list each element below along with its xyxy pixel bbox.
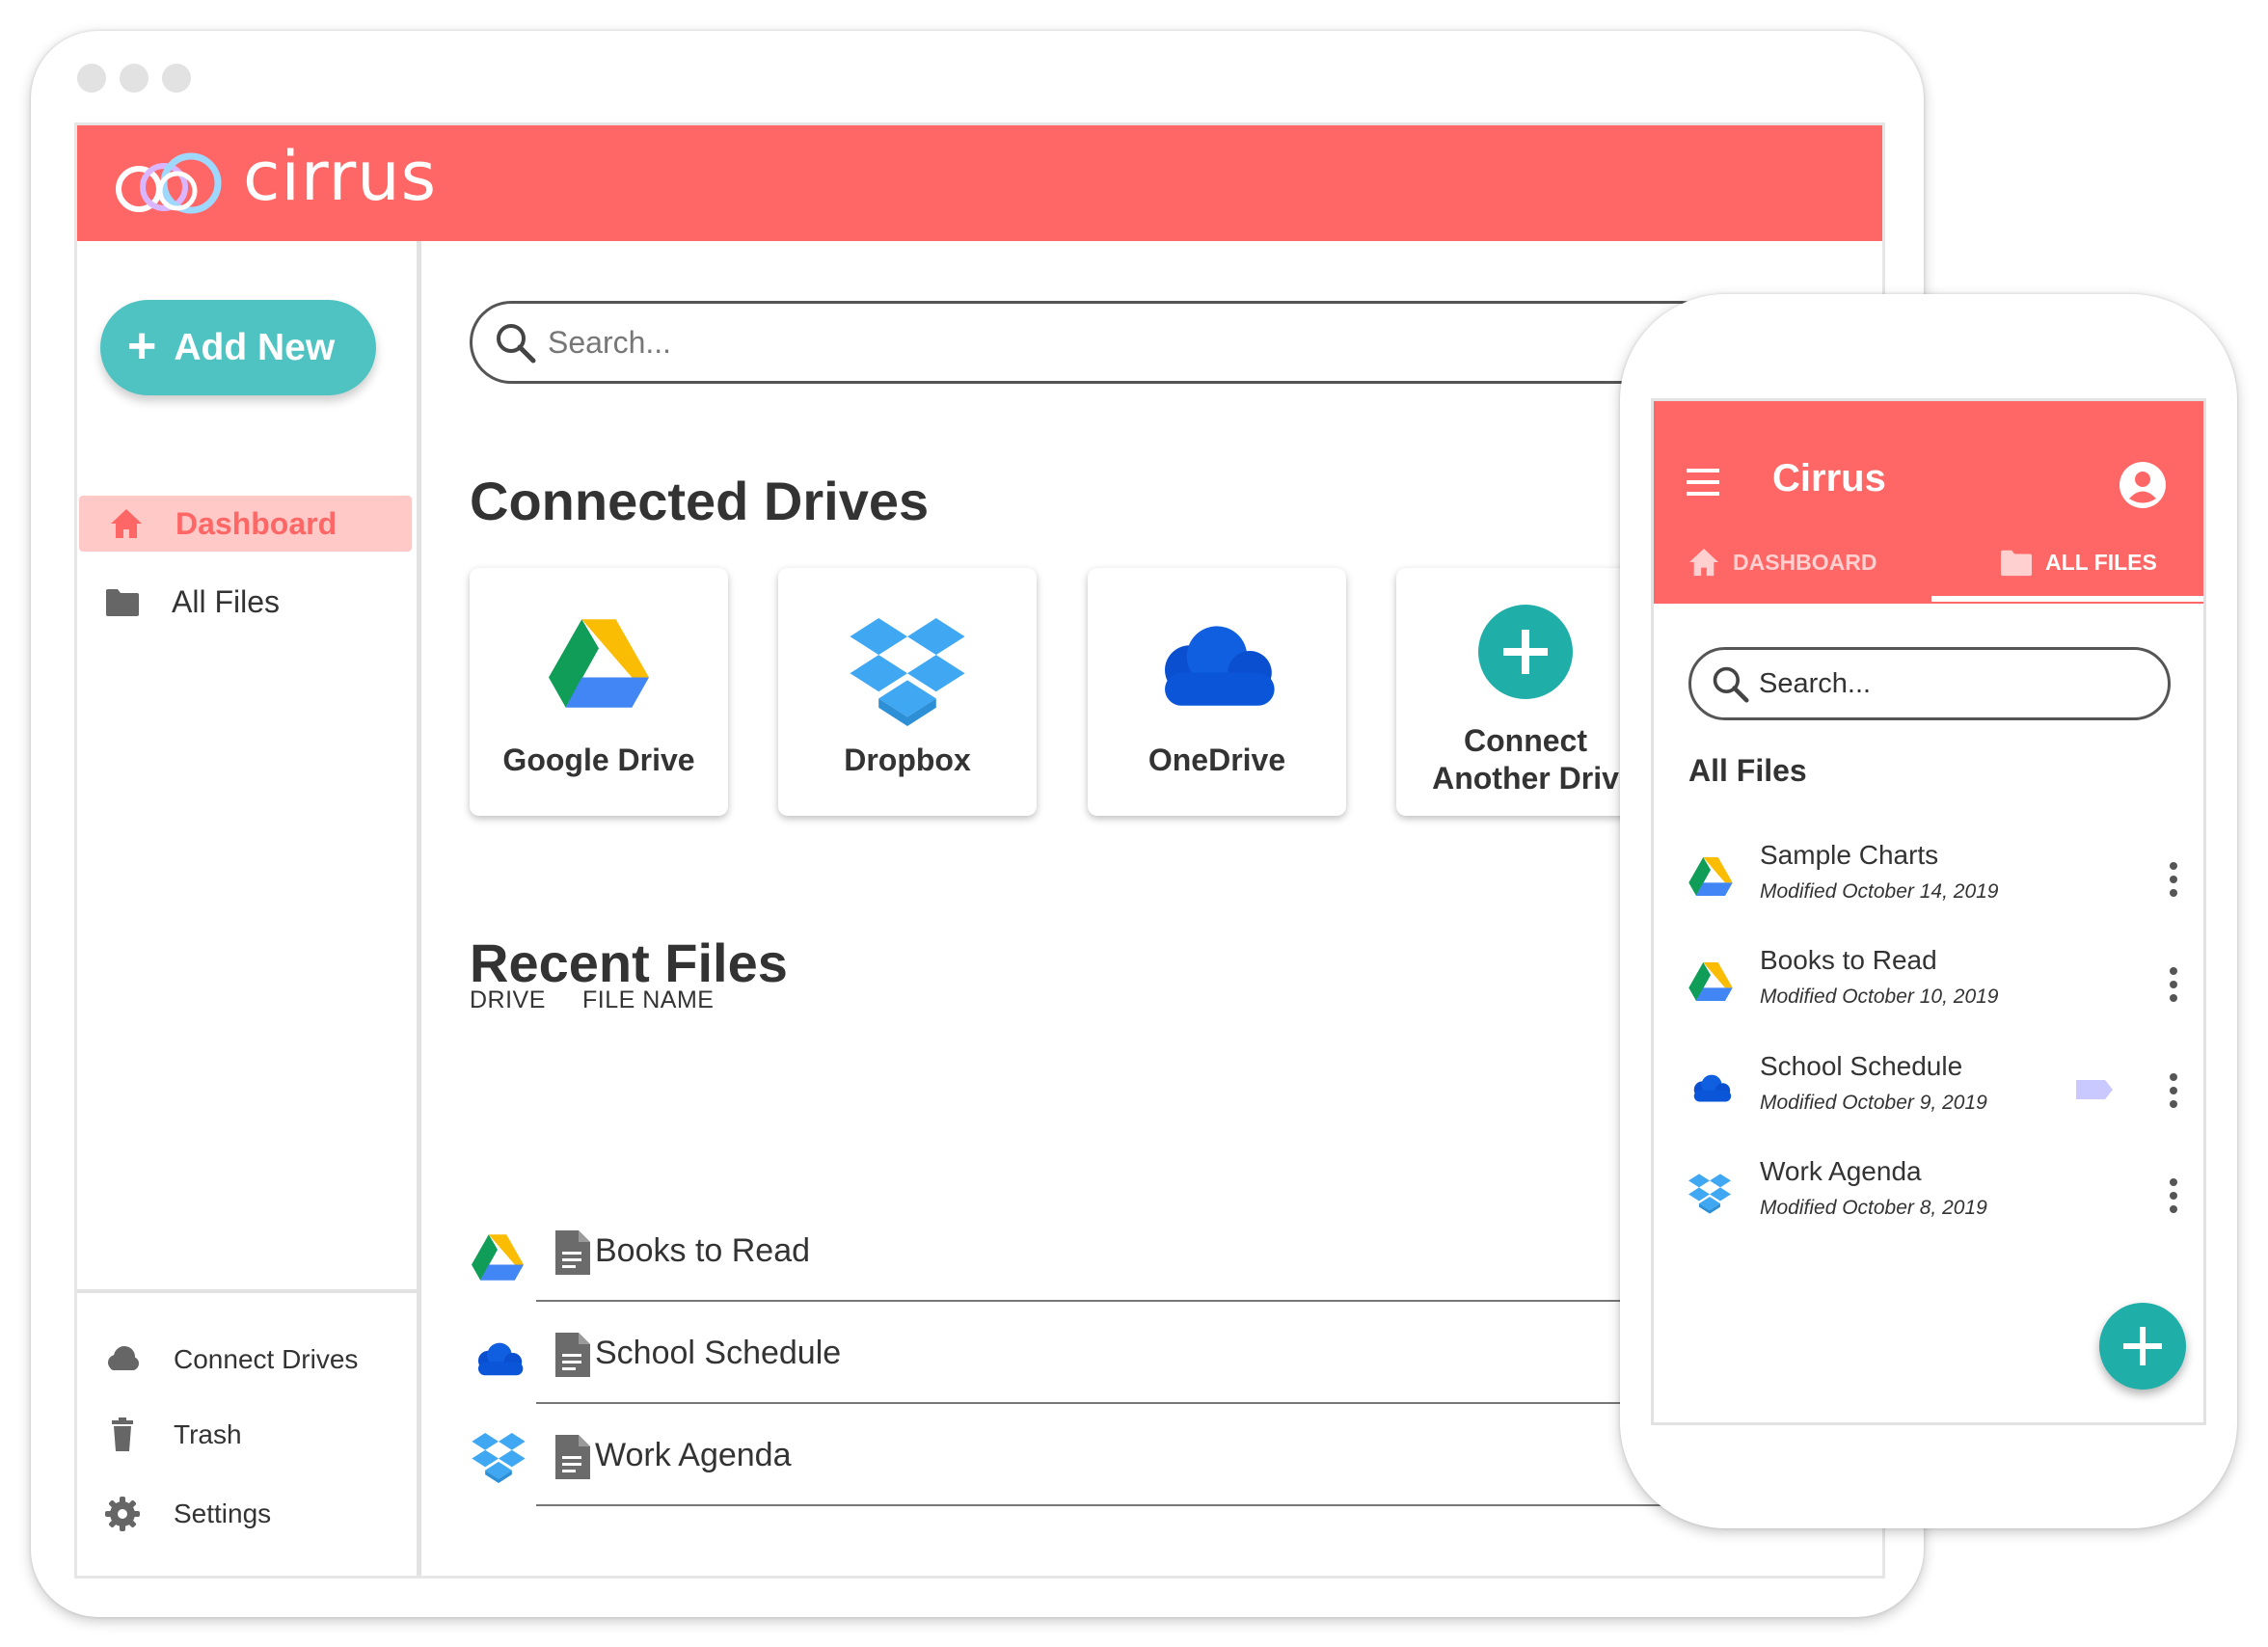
drive-card-label: Dropbox: [844, 742, 971, 777]
more-vert-icon[interactable]: [2169, 1072, 2178, 1109]
column-header-file-name: FILE NAME: [582, 986, 715, 1013]
gear-icon: [105, 1497, 140, 1531]
drive-card-onedrive[interactable]: OneDrive: [1088, 568, 1346, 816]
tab-label: DASHBOARD: [1733, 549, 1877, 575]
desktop-app: cirrus + Add New Dashboard All Files Con…: [74, 122, 1885, 1579]
file-modified: Modified October 10, 2019: [1760, 986, 1999, 1008]
active-tab-indicator: [1931, 596, 2203, 602]
file-name: Books to Read: [595, 1232, 811, 1269]
file-name: Books to Read: [1760, 945, 1937, 975]
plus-icon: +: [127, 317, 157, 374]
mobile-search-input[interactable]: Search...: [1688, 647, 2171, 720]
drive-card-label: OneDrive: [1148, 742, 1286, 777]
google-drive-icon: [1688, 857, 1733, 896]
sidebar-item-label: Connect Drives: [174, 1344, 359, 1374]
column-header-drive: DRIVE: [470, 986, 546, 1013]
menu-icon[interactable]: [1687, 469, 1719, 496]
sidebar-item-dashboard[interactable]: Dashboard: [79, 496, 412, 552]
phone-frame: Cirrus DASHBOARD ALL FILES Search... All…: [1620, 294, 2237, 1528]
connected-drives-title: Connected Drives: [470, 471, 930, 531]
sidebar-divider: [77, 1289, 417, 1293]
add-new-label: Add New: [174, 326, 336, 368]
mobile-app: Cirrus DASHBOARD ALL FILES Search... All…: [1651, 398, 2206, 1425]
file-name: Work Agenda: [595, 1437, 792, 1473]
tab-all-files[interactable]: ALL FILES: [2001, 548, 2157, 577]
add-new-button[interactable]: + Add New: [100, 300, 376, 395]
mobile-add-button[interactable]: [2099, 1303, 2186, 1390]
sidebar-item-label: Dashboard: [176, 505, 338, 541]
home-icon: [110, 507, 143, 540]
onedrive-icon: [472, 1342, 527, 1377]
window-dot[interactable]: [120, 64, 148, 93]
google-drive-icon: [1688, 962, 1733, 1001]
window-dot[interactable]: [162, 64, 191, 93]
more-vert-icon[interactable]: [2169, 1177, 2178, 1214]
dropbox-icon: [848, 618, 967, 726]
drive-card-label: Google Drive: [502, 742, 695, 777]
search-placeholder: Search...: [548, 324, 672, 360]
document-icon: [554, 1435, 590, 1479]
label-icon[interactable]: [2074, 1078, 2115, 1101]
dropbox-icon: [1688, 1174, 1731, 1214]
mobile-title: Cirrus: [1772, 457, 1886, 500]
file-name: Sample Charts: [1760, 840, 1939, 870]
folder-icon: [106, 585, 139, 618]
sidebar-item-connect-drives[interactable]: Connect Drives: [77, 1334, 358, 1386]
file-modified: Modified October 14, 2019: [1760, 880, 1999, 903]
account-icon[interactable]: [2119, 461, 2167, 509]
onedrive-icon: [1148, 626, 1285, 709]
google-drive-icon: [472, 1234, 524, 1281]
search-placeholder: Search...: [1759, 667, 1872, 699]
document-icon: [554, 1333, 590, 1377]
drive-card-label-line: Connect: [1464, 723, 1587, 758]
sidebar-item-settings[interactable]: Settings: [77, 1488, 271, 1540]
drive-card-label: Connect Another Driv: [1396, 722, 1655, 797]
file-name: Work Agenda: [1760, 1156, 1922, 1186]
plus-icon: [1478, 605, 1573, 699]
dropbox-icon: [472, 1433, 526, 1483]
plus-icon: [2123, 1327, 2162, 1365]
drive-card-label-line: Another Driv: [1432, 761, 1619, 796]
google-drive-icon: [549, 619, 649, 708]
file-modified: Modified October 9, 2019: [1760, 1092, 1987, 1114]
sidebar: + Add New Dashboard All Files Connect Dr…: [77, 241, 421, 1576]
list-item[interactable]: School Schedule Modified October 9, 2019: [1654, 1047, 2203, 1134]
brand-name: cirrus: [243, 137, 438, 216]
sidebar-item-trash[interactable]: Trash: [77, 1409, 242, 1461]
tab-label: ALL FILES: [2045, 549, 2157, 575]
search-input[interactable]: Search...: [470, 301, 1723, 384]
sidebar-item-label: All Files: [172, 583, 281, 619]
sidebar-item-label: Trash: [174, 1419, 242, 1449]
file-modified: Modified October 8, 2019: [1760, 1197, 1987, 1219]
drive-card-google-drive[interactable]: Google Drive: [470, 568, 728, 816]
tab-dashboard[interactable]: DASHBOARD: [1688, 548, 1877, 577]
file-name: School Schedule: [1760, 1051, 1963, 1081]
window-controls: [77, 64, 191, 93]
drive-card-connect-another[interactable]: Connect Another Driv: [1396, 568, 1655, 816]
recent-files-title: Recent Files: [470, 932, 788, 993]
trash-icon: [112, 1418, 133, 1451]
file-name: School Schedule: [595, 1335, 842, 1371]
cirrus-logo-icon: [116, 152, 222, 214]
cloud-icon: [108, 1346, 139, 1370]
home-icon: [1688, 548, 1719, 577]
mobile-header: Cirrus DASHBOARD ALL FILES: [1654, 401, 2203, 604]
window-dot[interactable]: [77, 64, 106, 93]
document-icon: [554, 1230, 590, 1275]
search-icon: [494, 321, 536, 364]
more-vert-icon[interactable]: [2169, 861, 2178, 898]
list-item[interactable]: Work Agenda Modified October 8, 2019: [1654, 1152, 2203, 1239]
more-vert-icon[interactable]: [2169, 966, 2178, 1003]
onedrive-icon: [1688, 1074, 1735, 1103]
list-item[interactable]: Sample Charts Modified October 14, 2019: [1654, 836, 2203, 923]
search-icon: [1711, 664, 1749, 703]
drive-card-dropbox[interactable]: Dropbox: [778, 568, 1037, 816]
folder-icon: [2001, 548, 2032, 577]
sidebar-item-label: Settings: [174, 1498, 272, 1528]
sidebar-item-all-files[interactable]: All Files: [77, 574, 412, 630]
all-files-heading: All Files: [1688, 753, 1807, 788]
app-header: cirrus: [77, 125, 1882, 241]
list-item[interactable]: Books to Read Modified October 10, 2019: [1654, 941, 2203, 1028]
